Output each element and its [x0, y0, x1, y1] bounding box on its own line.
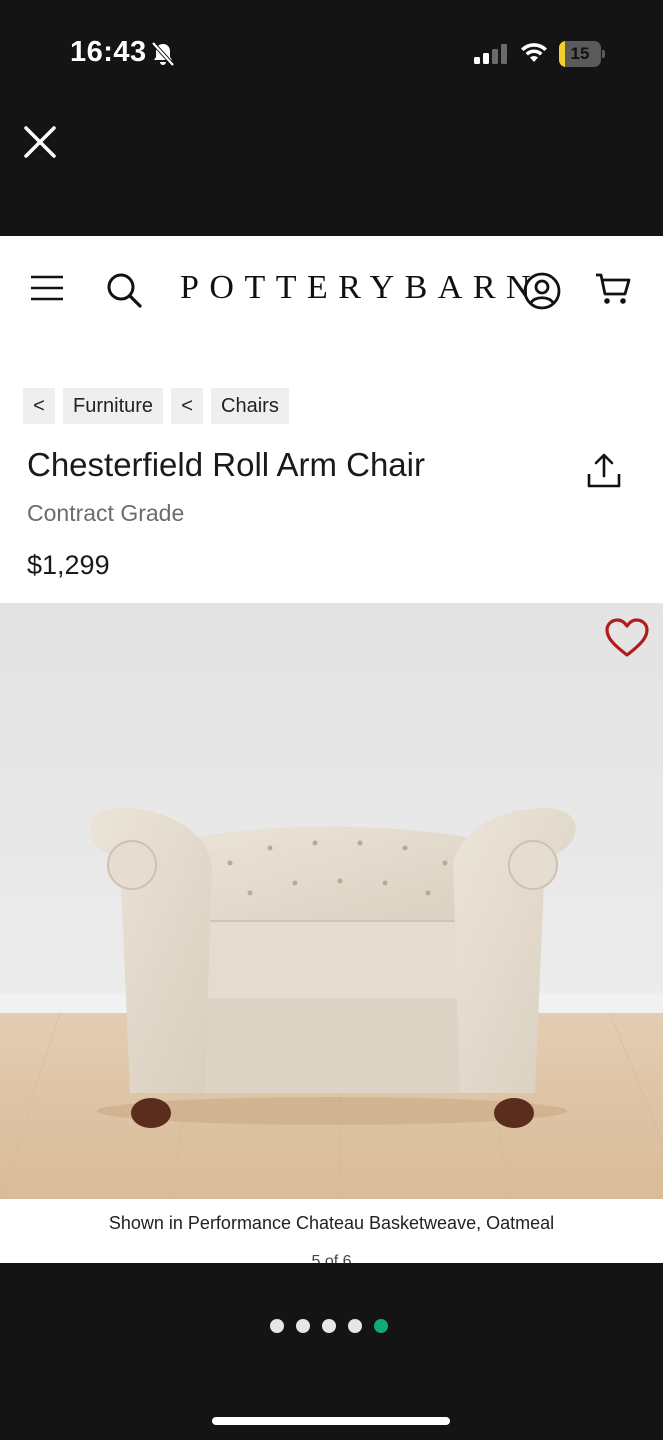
battery-icon: 15	[559, 41, 605, 67]
carousel-footer	[0, 1263, 663, 1440]
carousel-dot[interactable]	[348, 1319, 362, 1333]
carousel-dot[interactable]	[374, 1319, 388, 1333]
image-counter: 5 of 6	[311, 1253, 352, 1263]
chair-illustration	[0, 603, 663, 1199]
battery-level: 15	[570, 44, 590, 63]
close-icon[interactable]	[20, 122, 60, 162]
cellular-signal-icon	[474, 44, 507, 64]
product-image[interactable]	[0, 603, 663, 1199]
modal-top-bar	[0, 108, 663, 236]
image-caption: Shown in Performance Chateau Basketweave…	[108, 1213, 555, 1233]
home-indicator[interactable]	[212, 1417, 450, 1425]
breadcrumb-item-chairs[interactable]: Chairs	[211, 388, 289, 424]
hamburger-menu-icon[interactable]	[30, 274, 64, 302]
breadcrumb-back-furniture[interactable]: <	[23, 388, 55, 424]
carousel-dot[interactable]	[322, 1319, 336, 1333]
product-title: Chesterfield Roll Arm Chair	[27, 446, 425, 483]
breadcrumb-item-furniture[interactable]: Furniture	[63, 388, 164, 424]
carousel-dot[interactable]	[270, 1319, 284, 1333]
account-icon[interactable]	[523, 272, 561, 310]
wifi-icon	[521, 43, 547, 62]
share-icon[interactable]	[586, 452, 622, 490]
site-header: POTTERYBARN	[0, 236, 663, 340]
search-icon[interactable]	[104, 270, 144, 310]
brand-logo[interactable]: POTTERYBARN	[180, 266, 531, 310]
breadcrumb: < Furniture < Chairs	[23, 388, 289, 424]
product-subtitle: Contract Grade	[27, 500, 185, 526]
carousel-dot[interactable]	[296, 1319, 310, 1333]
product-price: $1,299	[27, 550, 110, 580]
status-time: 16:43	[70, 36, 147, 68]
cart-icon[interactable]	[595, 272, 631, 306]
carousel-dots	[270, 1319, 388, 1333]
status-bar: 16:43 15	[0, 0, 663, 108]
breadcrumb-back-chairs[interactable]: <	[171, 388, 204, 424]
product-page: POTTERYBARN < Furniture < Chairs Chester…	[0, 236, 663, 1263]
bell-slash-icon	[151, 41, 175, 67]
heart-icon[interactable]	[604, 617, 650, 659]
